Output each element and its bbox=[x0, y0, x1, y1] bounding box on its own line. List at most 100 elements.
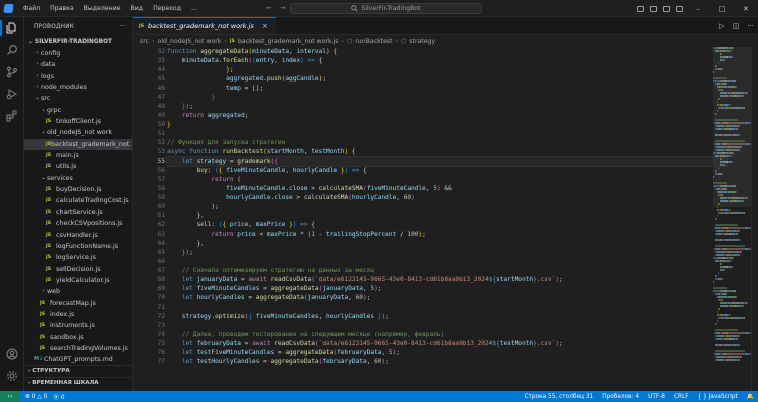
code-line[interactable]: let testHourlyCandles = aggregateData(fe… bbox=[167, 357, 727, 366]
code-line[interactable]: } bbox=[167, 120, 727, 129]
tree-file[interactable]: JS backtest_grademark_not ... bbox=[24, 138, 132, 151]
indentation[interactable]: Пробелов: 4 bbox=[602, 394, 639, 400]
code-line[interactable]: }; bbox=[167, 65, 727, 74]
code-line[interactable] bbox=[167, 321, 727, 330]
code-line[interactable]: let strategy = grademark({ bbox=[166, 155, 728, 167]
search-view-icon[interactable] bbox=[0, 39, 24, 61]
code-line[interactable]: async function runBacktest(startMonth, t… bbox=[167, 147, 727, 156]
code-line[interactable]: sell: ({ price, maxPrice }) => { bbox=[167, 220, 727, 229]
toggle-panel-icon[interactable] bbox=[647, 0, 660, 17]
end-of-line[interactable]: CRLF bbox=[674, 394, 689, 400]
accounts-icon[interactable] bbox=[0, 343, 24, 365]
tree-file[interactable]: JS logService.js bbox=[24, 252, 132, 263]
tree-file[interactable]: M↓ ChatGPT_prompts.md bbox=[24, 354, 132, 365]
tree-folder[interactable]: › config bbox=[24, 48, 132, 59]
code-line[interactable]: return price < maxPrice * (1 - trailingS… bbox=[167, 230, 727, 239]
code-line[interactable]: let fiveMinuteCandles = aggregateData(ja… bbox=[167, 284, 727, 293]
code-line[interactable]: } bbox=[167, 93, 727, 102]
timeline-section[interactable]: › ВРЕМЕННАЯ ШКАЛА bbox=[24, 377, 132, 388]
code-line[interactable]: function aggregateData(minuteData, inter… bbox=[167, 47, 727, 56]
close-tab-icon[interactable]: × bbox=[262, 22, 268, 30]
notifications-bell-icon[interactable]: 🔔 bbox=[747, 394, 754, 400]
run-and-debug-icon[interactable] bbox=[0, 83, 24, 105]
command-center[interactable]: SilverFir-TradingBot bbox=[290, 3, 482, 14]
breadcrumb-item[interactable]: strategy bbox=[409, 38, 435, 45]
problems-status[interactable]: ⊗ 0 △ 0 bbox=[25, 394, 47, 400]
manage-gear-icon[interactable] bbox=[0, 365, 24, 387]
tree-file[interactable]: JS searchTradingVolumes.js bbox=[24, 343, 132, 354]
breadcrumb-item[interactable]: runBacktest bbox=[355, 38, 392, 45]
cursor-position[interactable]: Строка 55, столбец 31 bbox=[524, 394, 593, 400]
code-line[interactable]: return aggregated; bbox=[167, 111, 727, 120]
tree-folder[interactable]: ⌄ src bbox=[24, 93, 132, 104]
extensions-icon[interactable] bbox=[0, 105, 24, 127]
minimize-button[interactable]: – bbox=[686, 0, 710, 17]
source-control-icon[interactable] bbox=[0, 61, 24, 83]
menu-view[interactable]: Вид bbox=[126, 0, 149, 17]
vertical-scrollbar[interactable] bbox=[751, 47, 758, 391]
code-line[interactable]: let testFiveMinuteCandles = aggregateDat… bbox=[167, 348, 727, 357]
code-editor[interactable]: 32 35 44 45 46 47 48 49 50 51 52 53 55 56 57 58 59 60 61 62… bbox=[133, 47, 758, 391]
code-line[interactable]: let januaryData = await readCsvData(`dat… bbox=[167, 275, 727, 284]
code-line[interactable]: strategy.optimize({ fiveMinuteCandles, h… bbox=[167, 312, 727, 321]
breadcrumb-item[interactable]: src bbox=[140, 38, 149, 45]
more-actions-icon[interactable]: ··· bbox=[747, 22, 754, 30]
tree-file[interactable]: JS yieldCalculator.js bbox=[24, 275, 132, 286]
tree-file[interactable]: JS buyDecision.js bbox=[24, 184, 132, 195]
breadcrumb-item[interactable]: backtest_grademark_not work.js bbox=[238, 38, 339, 45]
toggle-primary-sidebar-icon[interactable] bbox=[634, 0, 647, 17]
workspace-root-folder[interactable]: ⌄ SILVERFIR-TRADINGBOT bbox=[24, 37, 132, 48]
tree-folder[interactable]: ⌄ services bbox=[24, 173, 132, 184]
code-line[interactable]: }, bbox=[167, 211, 727, 220]
menu-more[interactable]: ... bbox=[186, 0, 202, 17]
close-window-button[interactable]: ✕ bbox=[734, 0, 758, 17]
tree-file[interactable]: JS calculateTradingCost.js bbox=[24, 195, 132, 206]
tree-file[interactable]: JS logFunctionName.js bbox=[24, 241, 132, 252]
code-line[interactable]: aggregated.push(aggCandle); bbox=[167, 74, 727, 83]
minimap[interactable] bbox=[713, 47, 751, 391]
code-line[interactable]: return ( bbox=[167, 175, 727, 184]
toggle-secondary-sidebar-icon[interactable] bbox=[660, 0, 673, 17]
tree-folder[interactable]: ⌄ old_nodeJS_not work bbox=[24, 127, 132, 138]
code-line[interactable]: // Функция для запуска стратегии bbox=[167, 138, 727, 147]
code-line[interactable] bbox=[167, 257, 727, 266]
maximize-button[interactable]: □ bbox=[710, 0, 734, 17]
tree-file[interactable]: JS sandbox.js bbox=[24, 332, 132, 343]
menu-selection[interactable]: Выделение bbox=[79, 0, 126, 17]
encoding[interactable]: UTF-8 bbox=[648, 394, 665, 400]
code-line[interactable]: // Сначала оптимизируем стратегию на дан… bbox=[167, 266, 727, 275]
run-file-icon[interactable]: ▷ bbox=[719, 22, 724, 30]
code-line[interactable]: temp = []; bbox=[167, 84, 727, 93]
language-mode[interactable]: { } JavaScript bbox=[698, 394, 738, 400]
code-line[interactable]: hourlyCandle.close > calculateSMA(hourly… bbox=[167, 193, 727, 202]
menu-edit[interactable]: Правка bbox=[45, 0, 79, 17]
code-line[interactable] bbox=[167, 129, 727, 138]
code-line[interactable]: }); bbox=[167, 102, 727, 111]
tree-file[interactable]: JS csvHandler.js bbox=[24, 230, 132, 241]
tree-folder[interactable]: ⌄ grpc bbox=[24, 105, 132, 116]
code-line[interactable]: let februaryData = await readCsvData(`da… bbox=[167, 339, 727, 348]
code-line[interactable]: let hourlyCandles = aggregateData(januar… bbox=[167, 293, 727, 302]
menu-file[interactable]: Файл bbox=[18, 0, 45, 17]
code-line[interactable]: }); bbox=[167, 248, 727, 257]
tree-folder[interactable]: › web bbox=[24, 286, 132, 297]
split-editor-icon[interactable]: ◫ bbox=[733, 22, 740, 30]
menu-go[interactable]: Переход bbox=[148, 0, 186, 17]
tree-file[interactable]: JS tinkoffClient.js bbox=[24, 116, 132, 127]
back-arrow-icon[interactable]: ← bbox=[266, 4, 272, 12]
editor-tab-active[interactable]: JS backtest_grademark_not work.js × bbox=[133, 17, 276, 34]
code-line[interactable]: fiveMinuteCandle.close > calculateSMA(fi… bbox=[167, 184, 727, 193]
code-line[interactable]: ); bbox=[167, 202, 727, 211]
tree-file[interactable]: JS utils.js bbox=[24, 161, 132, 172]
tree-file[interactable]: JS forecastMap.js bbox=[24, 298, 132, 309]
tree-file[interactable]: JS main.js bbox=[24, 150, 132, 161]
breadcrumb-item[interactable]: old_nodeJS_not work bbox=[158, 38, 222, 45]
tree-folder[interactable]: › data bbox=[24, 59, 132, 70]
tree-file[interactable]: JS index.js bbox=[24, 309, 132, 320]
code-line[interactable]: // Далее, проводим тестирование на следу… bbox=[167, 330, 727, 339]
more-actions-icon[interactable]: ··· bbox=[120, 24, 126, 30]
code-line[interactable] bbox=[167, 303, 727, 312]
tree-file[interactable]: JS instruments.js bbox=[24, 320, 132, 331]
remote-indicator-icon[interactable]: ›‹ bbox=[0, 391, 20, 402]
tree-file[interactable]: JS sellDecision.js bbox=[24, 264, 132, 275]
